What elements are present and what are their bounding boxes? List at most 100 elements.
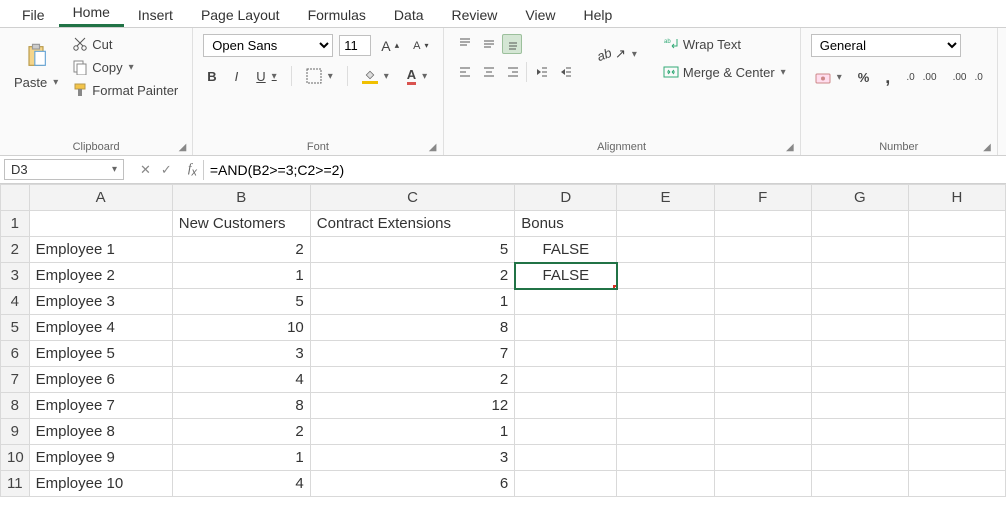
increase-decimal-button[interactable]: .0.00 [902, 70, 940, 85]
fill-color-button[interactable]: ▾ [358, 67, 393, 86]
cell[interactable]: 1 [172, 263, 310, 289]
cell[interactable]: FALSE [515, 237, 617, 263]
cell[interactable] [908, 315, 1005, 341]
cell[interactable] [811, 393, 908, 419]
alignment-launcher-icon[interactable]: ◢ [786, 142, 794, 153]
paste-button[interactable]: Paste▾ [10, 73, 62, 92]
format-painter-button[interactable]: Format Painter [68, 80, 182, 100]
cell[interactable] [908, 445, 1005, 471]
cell[interactable] [617, 341, 714, 367]
row-header[interactable]: 3 [1, 263, 30, 289]
cell[interactable]: 4 [172, 471, 310, 497]
worksheet-grid[interactable]: A B C D E F G H 1New CustomersContract E… [0, 184, 1006, 497]
cell[interactable]: Employee 3 [29, 289, 172, 315]
cell[interactable] [811, 419, 908, 445]
cell[interactable] [714, 419, 811, 445]
cell[interactable] [811, 445, 908, 471]
cell[interactable] [515, 341, 617, 367]
cell[interactable]: Employee 5 [29, 341, 172, 367]
cancel-formula-button[interactable]: ✕ [140, 162, 151, 178]
col-header[interactable]: D [515, 185, 617, 211]
tab-file[interactable]: File [8, 3, 59, 27]
cell[interactable]: Employee 2 [29, 263, 172, 289]
font-size-input[interactable] [339, 35, 371, 56]
cell[interactable]: 5 [310, 237, 514, 263]
cell[interactable]: Employee 10 [29, 471, 172, 497]
cell[interactable] [908, 237, 1005, 263]
cell[interactable]: 6 [310, 471, 514, 497]
cell[interactable] [515, 289, 617, 315]
cut-button[interactable]: Cut [68, 34, 182, 54]
italic-button[interactable]: I [231, 67, 243, 86]
cell[interactable] [908, 471, 1005, 497]
row-header[interactable]: 6 [1, 341, 30, 367]
cell[interactable] [714, 263, 811, 289]
align-left-button[interactable] [454, 62, 474, 82]
cell[interactable] [908, 393, 1005, 419]
merge-center-button[interactable]: Merge & Center▾ [659, 62, 790, 82]
cell[interactable] [908, 263, 1005, 289]
cell[interactable]: New Customers [172, 211, 310, 237]
col-header[interactable]: F [714, 185, 811, 211]
cell[interactable] [811, 211, 908, 237]
number-launcher-icon[interactable]: ◢ [983, 142, 991, 153]
cell[interactable]: 12 [310, 393, 514, 419]
fx-icon[interactable]: fx [182, 160, 203, 179]
select-all-corner[interactable] [1, 185, 30, 211]
col-header[interactable]: H [908, 185, 1005, 211]
col-header[interactable]: E [617, 185, 714, 211]
align-right-button[interactable] [502, 62, 522, 82]
cell[interactable] [617, 445, 714, 471]
row-header[interactable]: 10 [1, 445, 30, 471]
cell[interactable] [29, 211, 172, 237]
col-header[interactable]: C [310, 185, 514, 211]
cell[interactable] [515, 315, 617, 341]
cell[interactable] [908, 289, 1005, 315]
cell[interactable]: 3 [310, 445, 514, 471]
cell[interactable]: 2 [172, 237, 310, 263]
cell[interactable] [811, 367, 908, 393]
cell[interactable] [617, 367, 714, 393]
indent-increase-button[interactable] [555, 62, 575, 82]
cell[interactable]: 8 [172, 393, 310, 419]
cell[interactable] [617, 315, 714, 341]
cell[interactable] [714, 367, 811, 393]
cell[interactable] [617, 419, 714, 445]
font-name-select[interactable]: Open Sans [203, 34, 333, 57]
cell[interactable]: 1 [310, 419, 514, 445]
col-header[interactable]: B [172, 185, 310, 211]
cell[interactable] [811, 289, 908, 315]
decrease-font-button[interactable]: A▾ [409, 38, 432, 54]
cell[interactable]: 10 [172, 315, 310, 341]
col-header[interactable]: A [29, 185, 172, 211]
cell[interactable]: Bonus [515, 211, 617, 237]
underline-button[interactable]: U▾ [252, 67, 280, 86]
cell[interactable] [811, 263, 908, 289]
cell[interactable] [714, 211, 811, 237]
cell[interactable]: 2 [310, 263, 514, 289]
align-middle-button[interactable] [478, 34, 498, 54]
cell[interactable] [617, 211, 714, 237]
cell[interactable] [908, 341, 1005, 367]
cell[interactable]: Employee 1 [29, 237, 172, 263]
cell[interactable]: Employee 6 [29, 367, 172, 393]
row-header[interactable]: 5 [1, 315, 30, 341]
cell[interactable] [714, 445, 811, 471]
wrap-text-button[interactable]: ab Wrap Text [659, 34, 790, 54]
tab-formulas[interactable]: Formulas [294, 3, 380, 27]
cell[interactable] [515, 445, 617, 471]
orientation-button[interactable]: ab↗▾ [593, 44, 641, 64]
cell[interactable] [811, 315, 908, 341]
fill-handle[interactable] [613, 285, 617, 289]
cell[interactable]: 7 [310, 341, 514, 367]
cell[interactable]: Employee 7 [29, 393, 172, 419]
border-button[interactable]: ▾ [302, 66, 337, 86]
indent-decrease-button[interactable] [531, 62, 551, 82]
cell[interactable] [714, 289, 811, 315]
cell[interactable]: 1 [310, 289, 514, 315]
cell[interactable] [617, 393, 714, 419]
cell[interactable]: 4 [172, 367, 310, 393]
percent-button[interactable]: % [854, 68, 874, 87]
cell[interactable] [811, 471, 908, 497]
cell[interactable]: 2 [172, 419, 310, 445]
